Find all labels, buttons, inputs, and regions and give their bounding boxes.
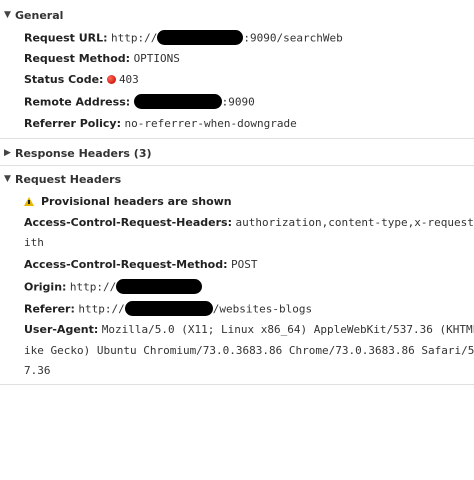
request-url-row: Request URL: http:// :9090/searchWeb xyxy=(24,30,343,46)
request-method-value: OPTIONS xyxy=(133,52,180,65)
user-agent-row: User-Agent: Mozilla/5.0 (X11; Linux x86_… xyxy=(24,323,474,337)
acrh-key: Access-Control-Request-Headers: xyxy=(24,216,232,229)
warning-triangle-icon xyxy=(24,196,34,206)
origin-prefix: http:// xyxy=(69,280,117,294)
acrh-value-line1: authorization,content-type,x-requested-w xyxy=(235,216,474,229)
remote-address-row: Remote Address: :9090 xyxy=(24,94,255,110)
response-headers-section-toggle[interactable]: ▶ Response Headers (3) xyxy=(4,143,152,163)
expanded-triangle-icon: ▼ xyxy=(4,174,11,184)
status-code-value: 403 xyxy=(118,73,139,86)
expanded-triangle-icon: ▼ xyxy=(4,10,11,20)
request-url-key: Request URL: xyxy=(24,31,108,45)
remote-address-key: Remote Address: xyxy=(24,95,131,109)
request-headers-section-toggle[interactable]: ▼ Request Headers xyxy=(4,169,121,189)
acrm-row: Access-Control-Request-Method: POST xyxy=(24,258,258,272)
referer-suffix: /websites-blogs xyxy=(212,302,313,316)
referrer-policy-value: no-referrer-when-downgrade xyxy=(124,117,297,130)
general-section-title: General xyxy=(15,8,64,22)
general-section-toggle[interactable]: ▼ General xyxy=(4,5,63,25)
request-method-row: Request Method: OPTIONS xyxy=(24,52,180,66)
section-divider xyxy=(0,165,474,166)
provisional-warning-text: Provisional headers are shown xyxy=(41,195,232,208)
referrer-policy-row: Referrer Policy: no-referrer-when-downgr… xyxy=(24,117,297,131)
request-method-key: Request Method: xyxy=(24,52,131,65)
request-url-suffix: :9090/searchWeb xyxy=(243,31,343,45)
request-headers-title: Request Headers xyxy=(15,172,122,186)
origin-key: Origin: xyxy=(24,280,67,294)
redacted-host xyxy=(157,30,244,45)
response-headers-title: Response Headers (3) xyxy=(15,146,152,160)
referrer-policy-key: Referrer Policy: xyxy=(24,117,121,130)
request-url-prefix: http:// xyxy=(111,31,158,45)
redacted-origin xyxy=(116,279,203,294)
user-agent-key: User-Agent: xyxy=(24,323,99,336)
remote-address-suffix: :9090 xyxy=(221,95,255,109)
collapsed-triangle-icon: ▶ xyxy=(4,148,11,158)
user-agent-line1: Mozilla/5.0 (X11; Linux x86_64) AppleWeb… xyxy=(101,323,474,336)
acrm-value: POST xyxy=(231,258,258,271)
user-agent-line3: 7.36 xyxy=(24,364,51,377)
status-error-dot-icon xyxy=(106,74,116,84)
acrh-row: Access-Control-Request-Headers: authoriz… xyxy=(24,216,474,230)
origin-row: Origin: http:// xyxy=(24,279,203,295)
referer-row: Referer: http:// /websites-blogs xyxy=(24,301,313,317)
status-code-key: Status Code: xyxy=(24,73,104,86)
user-agent-line2: ike Gecko) Ubuntu Chromium/73.0.3683.86 … xyxy=(24,344,474,357)
status-code-row: Status Code: 403 xyxy=(24,73,139,87)
referer-key: Referer: xyxy=(24,302,75,316)
acrm-key: Access-Control-Request-Method: xyxy=(24,258,228,271)
referer-prefix: http:// xyxy=(78,302,125,316)
redacted-address xyxy=(133,94,222,109)
acrh-value-line2: ith xyxy=(24,236,44,249)
headers-panel: ▼ General Request URL: http:// :9090/sear… xyxy=(0,0,474,480)
provisional-warning-row: Provisional headers are shown xyxy=(24,195,232,209)
section-divider xyxy=(0,138,474,139)
section-divider xyxy=(0,384,474,385)
redacted-referer-host xyxy=(124,301,213,316)
